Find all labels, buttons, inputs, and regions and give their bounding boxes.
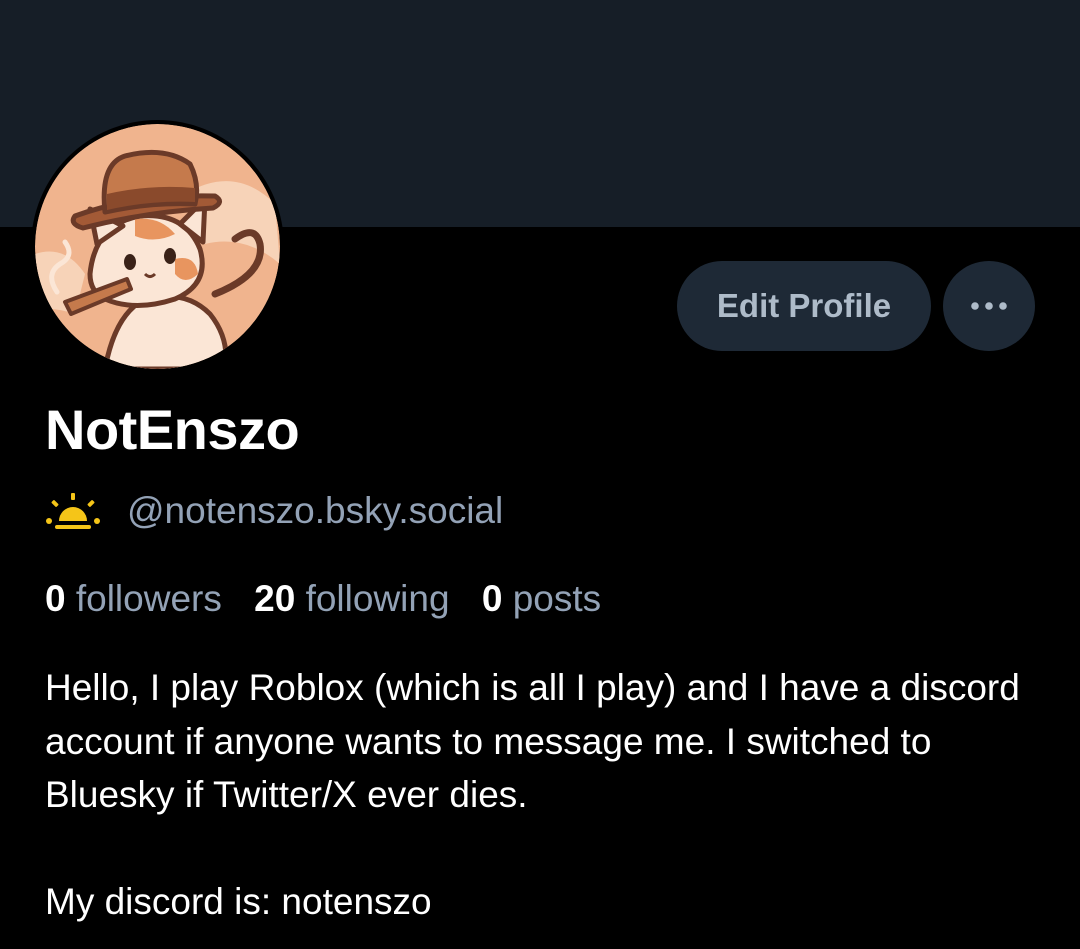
posts-count: 0	[481, 578, 503, 619]
edit-profile-button[interactable]: Edit Profile	[677, 261, 931, 351]
following-count: 20	[254, 578, 296, 619]
cat-with-hat-avatar-image	[35, 124, 280, 369]
followers-stat[interactable]: 0 followers	[45, 578, 222, 619]
posts-label: posts	[512, 578, 602, 619]
profile-bio: Hello, I play Roblox (which is all I pla…	[45, 661, 1055, 929]
following-stat[interactable]: 20 following	[254, 578, 449, 619]
followers-count: 0	[45, 578, 66, 619]
handle-text[interactable]: @notenszo.bsky.social	[127, 490, 503, 532]
bio-spacer	[45, 822, 1055, 876]
sun-icon	[46, 493, 100, 529]
display-name: NotEnszo	[45, 398, 300, 461]
profile-stats: 0 followers 20 following 0 posts	[45, 573, 601, 625]
followers-label: followers	[75, 578, 222, 619]
bio-paragraph: Hello, I play Roblox (which is all I pla…	[45, 667, 1020, 815]
following-label: following	[305, 578, 450, 619]
more-dots-icon	[971, 302, 1007, 310]
posts-stat: 0 posts	[482, 578, 601, 619]
more-options-button[interactable]	[943, 261, 1035, 351]
bio-discord-line: My discord is: notenszo	[45, 881, 432, 922]
handle-row: @notenszo.bsky.social	[45, 486, 503, 536]
avatar[interactable]	[31, 120, 284, 373]
